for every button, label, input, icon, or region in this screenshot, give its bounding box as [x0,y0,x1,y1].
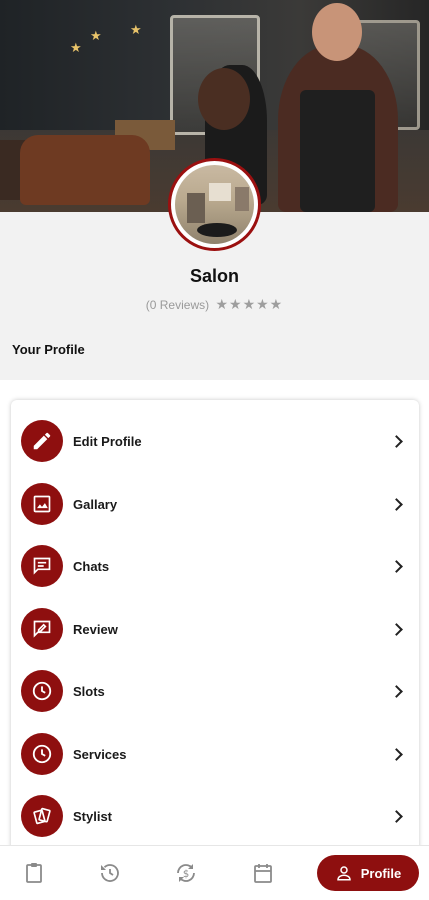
menu-item-label: Gallary [73,496,118,512]
stylist-cards-icon [21,795,63,837]
chevron-right-icon [390,684,403,698]
sync-money-icon[interactable]: $ [174,861,198,885]
profile-avatar[interactable] [168,158,261,251]
menu-item-review[interactable]: Review [11,598,419,660]
chat-icon [21,545,63,587]
chevron-right-icon [390,559,403,573]
section-title: Your Profile [12,342,85,357]
menu-item-edit-profile[interactable]: Edit Profile [11,410,419,472]
rating-row: (0 Reviews) ★★★★★ [0,296,429,313]
history-icon[interactable] [98,861,122,885]
clock-icon [21,733,63,775]
chevron-right-icon [390,809,403,823]
review-icon [21,608,63,650]
bottom-navigation: $ Profile [0,845,429,900]
calendar-icon[interactable] [251,861,275,885]
menu-item-label: Edit Profile [73,433,142,449]
menu-item-label: Review [73,621,118,637]
menu-item-gallary[interactable]: Gallary [11,473,419,535]
menu-item-label: Services [73,746,127,762]
profile-menu-card: Edit Profile Gallary Chats Review Slots [11,400,419,855]
chevron-right-icon [390,747,403,761]
menu-item-chats[interactable]: Chats [11,535,419,597]
menu-item-slots[interactable]: Slots [11,660,419,722]
menu-item-label: Slots [73,683,105,699]
menu-item-label: Stylist [73,808,113,824]
rating-stars: ★★★★★ [215,296,284,312]
image-icon [21,483,63,525]
menu-item-stylist[interactable]: Stylist [11,785,419,847]
chevron-right-icon [390,622,403,636]
menu-item-label: Chats [73,558,110,574]
pencil-icon [21,420,63,462]
chevron-right-icon [390,434,403,448]
profile-name: Salon [189,266,239,286]
person-icon [337,866,351,881]
reviews-count: (0 Reviews) [145,298,210,312]
clipboard-icon[interactable] [22,861,46,885]
chevron-right-icon [390,497,403,511]
svg-text:$: $ [183,869,189,880]
nav-profile-label: Profile [360,865,402,881]
menu-item-services[interactable]: Services [11,723,419,785]
nav-profile-button[interactable]: Profile [317,855,419,891]
clock-icon [21,670,63,712]
